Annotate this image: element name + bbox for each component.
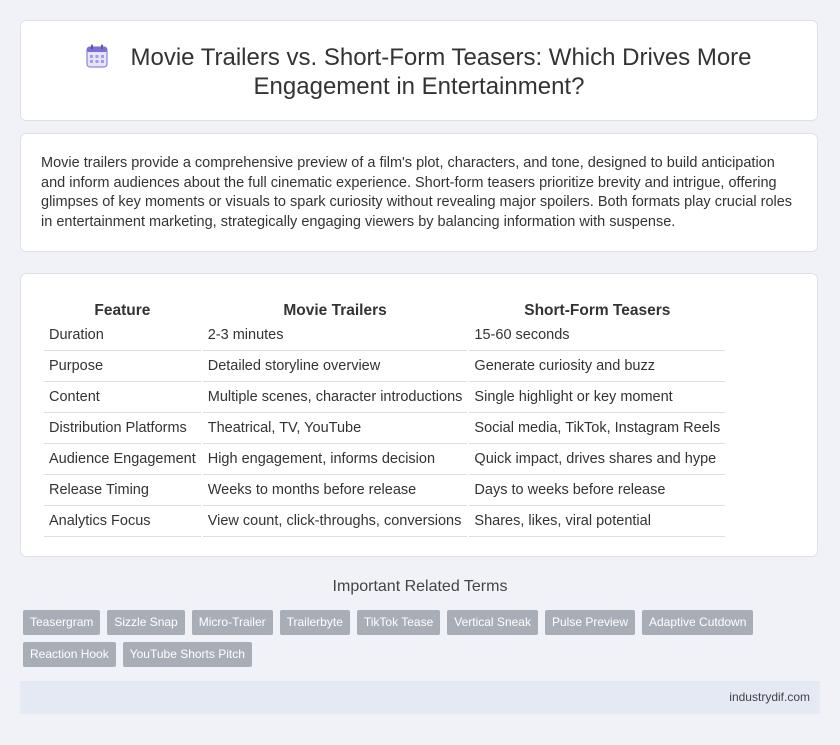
comparison-table: Feature Movie Trailers Short-Form Teaser… [42, 294, 727, 537]
table-cell: Purpose [44, 351, 201, 382]
table-cell: Social media, TikTok, Instagram Reels [469, 413, 726, 444]
title-card: Movie Trailers vs. Short-Form Teasers: W… [20, 20, 818, 121]
tag-adaptive-cutdown[interactable]: Adaptive Cutdown [642, 610, 754, 635]
page-title: Movie Trailers vs. Short-Form Teasers: W… [21, 43, 817, 101]
table-cell: Theatrical, TV, YouTube [202, 413, 468, 444]
footer-site-link[interactable]: industrydif.com [729, 690, 810, 704]
tag-sizzle-snap[interactable]: Sizzle Snap [107, 610, 185, 635]
column-header-feature: Feature [94, 302, 151, 319]
table-cell: Quick impact, drives shares and hype [469, 444, 726, 475]
table-row: Release Timing Weeks to months before re… [44, 475, 726, 506]
intro-paragraph: Movie trailers provide a comprehensive p… [41, 155, 793, 230]
column-header-movie-trailers: Movie Trailers [283, 302, 387, 319]
table-row: Duration 2-3 minutes 15-60 seconds [44, 320, 726, 351]
table-cell: View count, click-throughs, conversions [202, 506, 468, 537]
table-row: Content Multiple scenes, character intro… [44, 382, 726, 413]
column-header-short-form-teasers: Short-Form Teasers [524, 302, 671, 319]
tag-pulse-preview[interactable]: Pulse Preview [544, 610, 635, 635]
table-cell: Analytics Focus [44, 506, 201, 537]
tag-youtube-shorts-pitch[interactable]: YouTube Shorts Pitch [122, 642, 252, 667]
table-cell: Single highlight or key moment [469, 382, 726, 413]
related-terms-tags: Teasergram Sizzle Snap Micro-Trailer Tra… [23, 610, 783, 674]
calendar-icon [86, 44, 109, 68]
tag-reaction-hook[interactable]: Reaction Hook [23, 642, 116, 667]
table-cell: Release Timing [44, 475, 201, 506]
tag-micro-trailer[interactable]: Micro-Trailer [191, 610, 273, 635]
table-cell: Multiple scenes, character introductions [202, 382, 468, 413]
intro-card: Movie trailers provide a comprehensive p… [20, 133, 818, 252]
page-title-text: Movie Trailers vs. Short-Form Teasers: W… [130, 44, 752, 100]
table-row: Audience Engagement High engagement, inf… [44, 444, 726, 475]
table-cell: Distribution Platforms [44, 413, 201, 444]
table-cell: Duration [44, 320, 201, 351]
table-row: Analytics Focus View count, click-throug… [44, 506, 726, 537]
table-cell: Detailed storyline overview [202, 351, 468, 382]
table-cell: Content [44, 382, 201, 413]
related-terms-heading: Important Related Terms [332, 578, 508, 595]
table-cell: Generate curiosity and buzz [469, 351, 726, 382]
tag-teasergram[interactable]: Teasergram [23, 610, 101, 635]
tag-vertical-sneak[interactable]: Vertical Sneak [447, 610, 538, 635]
table-cell: 15-60 seconds [469, 320, 726, 351]
tag-trailerbyte[interactable]: Trailerbyte [279, 610, 350, 635]
comparison-card: Feature Movie Trailers Short-Form Teaser… [20, 273, 818, 557]
tag-tiktok-tease[interactable]: TikTok Tease [356, 610, 441, 635]
table-cell: Audience Engagement [44, 444, 201, 475]
table-cell: High engagement, informs decision [202, 444, 468, 475]
table-cell: Weeks to months before release [202, 475, 468, 506]
table-cell: Days to weeks before release [469, 475, 726, 506]
table-row: Purpose Detailed storyline overview Gene… [44, 351, 726, 382]
table-header-row: Feature Movie Trailers Short-Form Teaser… [44, 294, 725, 320]
table-cell: 2-3 minutes [202, 320, 468, 351]
table-cell: Shares, likes, viral potential [469, 506, 726, 537]
footer: industrydif.com [20, 681, 820, 714]
table-row: Distribution Platforms Theatrical, TV, Y… [44, 413, 726, 444]
